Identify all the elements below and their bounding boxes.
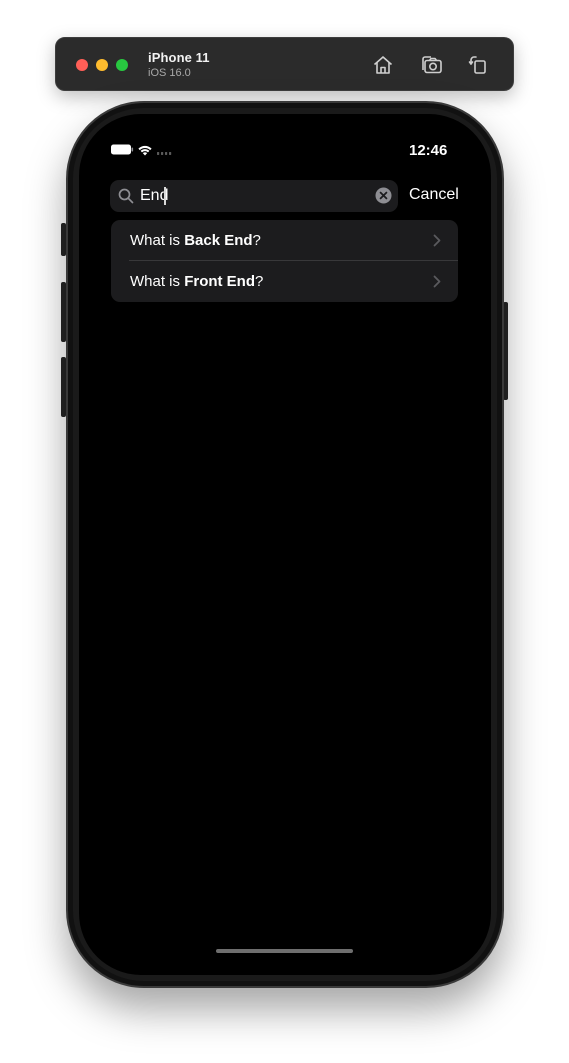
os-version: iOS 16.0 (148, 67, 191, 79)
search-field[interactable]: End (110, 180, 398, 212)
close-window-button[interactable] (76, 59, 88, 71)
search-results-list: What is Back End? What is Front End? (111, 220, 458, 302)
status-time: 12:46 (409, 142, 448, 159)
search-input[interactable]: End (140, 187, 168, 205)
wifi-icon (138, 145, 152, 156)
signal-icon (157, 152, 172, 155)
result-label: What is Back End? (130, 232, 261, 249)
list-item[interactable]: What is Back End? (111, 220, 458, 261)
rotate-icon[interactable] (466, 53, 490, 77)
text-caret (164, 187, 167, 205)
minimize-window-button[interactable] (96, 59, 108, 71)
device-name: iPhone 11 (148, 50, 210, 65)
clear-text-icon[interactable] (375, 187, 392, 204)
device-screen: 12:46 End Cancel What is Back End? What … (79, 114, 491, 975)
status-icons (110, 143, 180, 157)
chevron-right-icon (433, 275, 441, 288)
cancel-button[interactable]: Cancel (409, 186, 459, 204)
simulator-toolbar: iPhone 11 iOS 16.0 (55, 37, 514, 91)
search-icon (118, 188, 134, 204)
result-label: What is Front End? (130, 273, 264, 290)
battery-icon (111, 144, 134, 155)
home-indicator[interactable] (216, 949, 353, 953)
chevron-right-icon (433, 234, 441, 247)
zoom-window-button[interactable] (116, 59, 128, 71)
screenshot-icon[interactable] (420, 53, 444, 77)
home-icon[interactable] (371, 53, 395, 77)
list-item[interactable]: What is Front End? (111, 261, 458, 302)
